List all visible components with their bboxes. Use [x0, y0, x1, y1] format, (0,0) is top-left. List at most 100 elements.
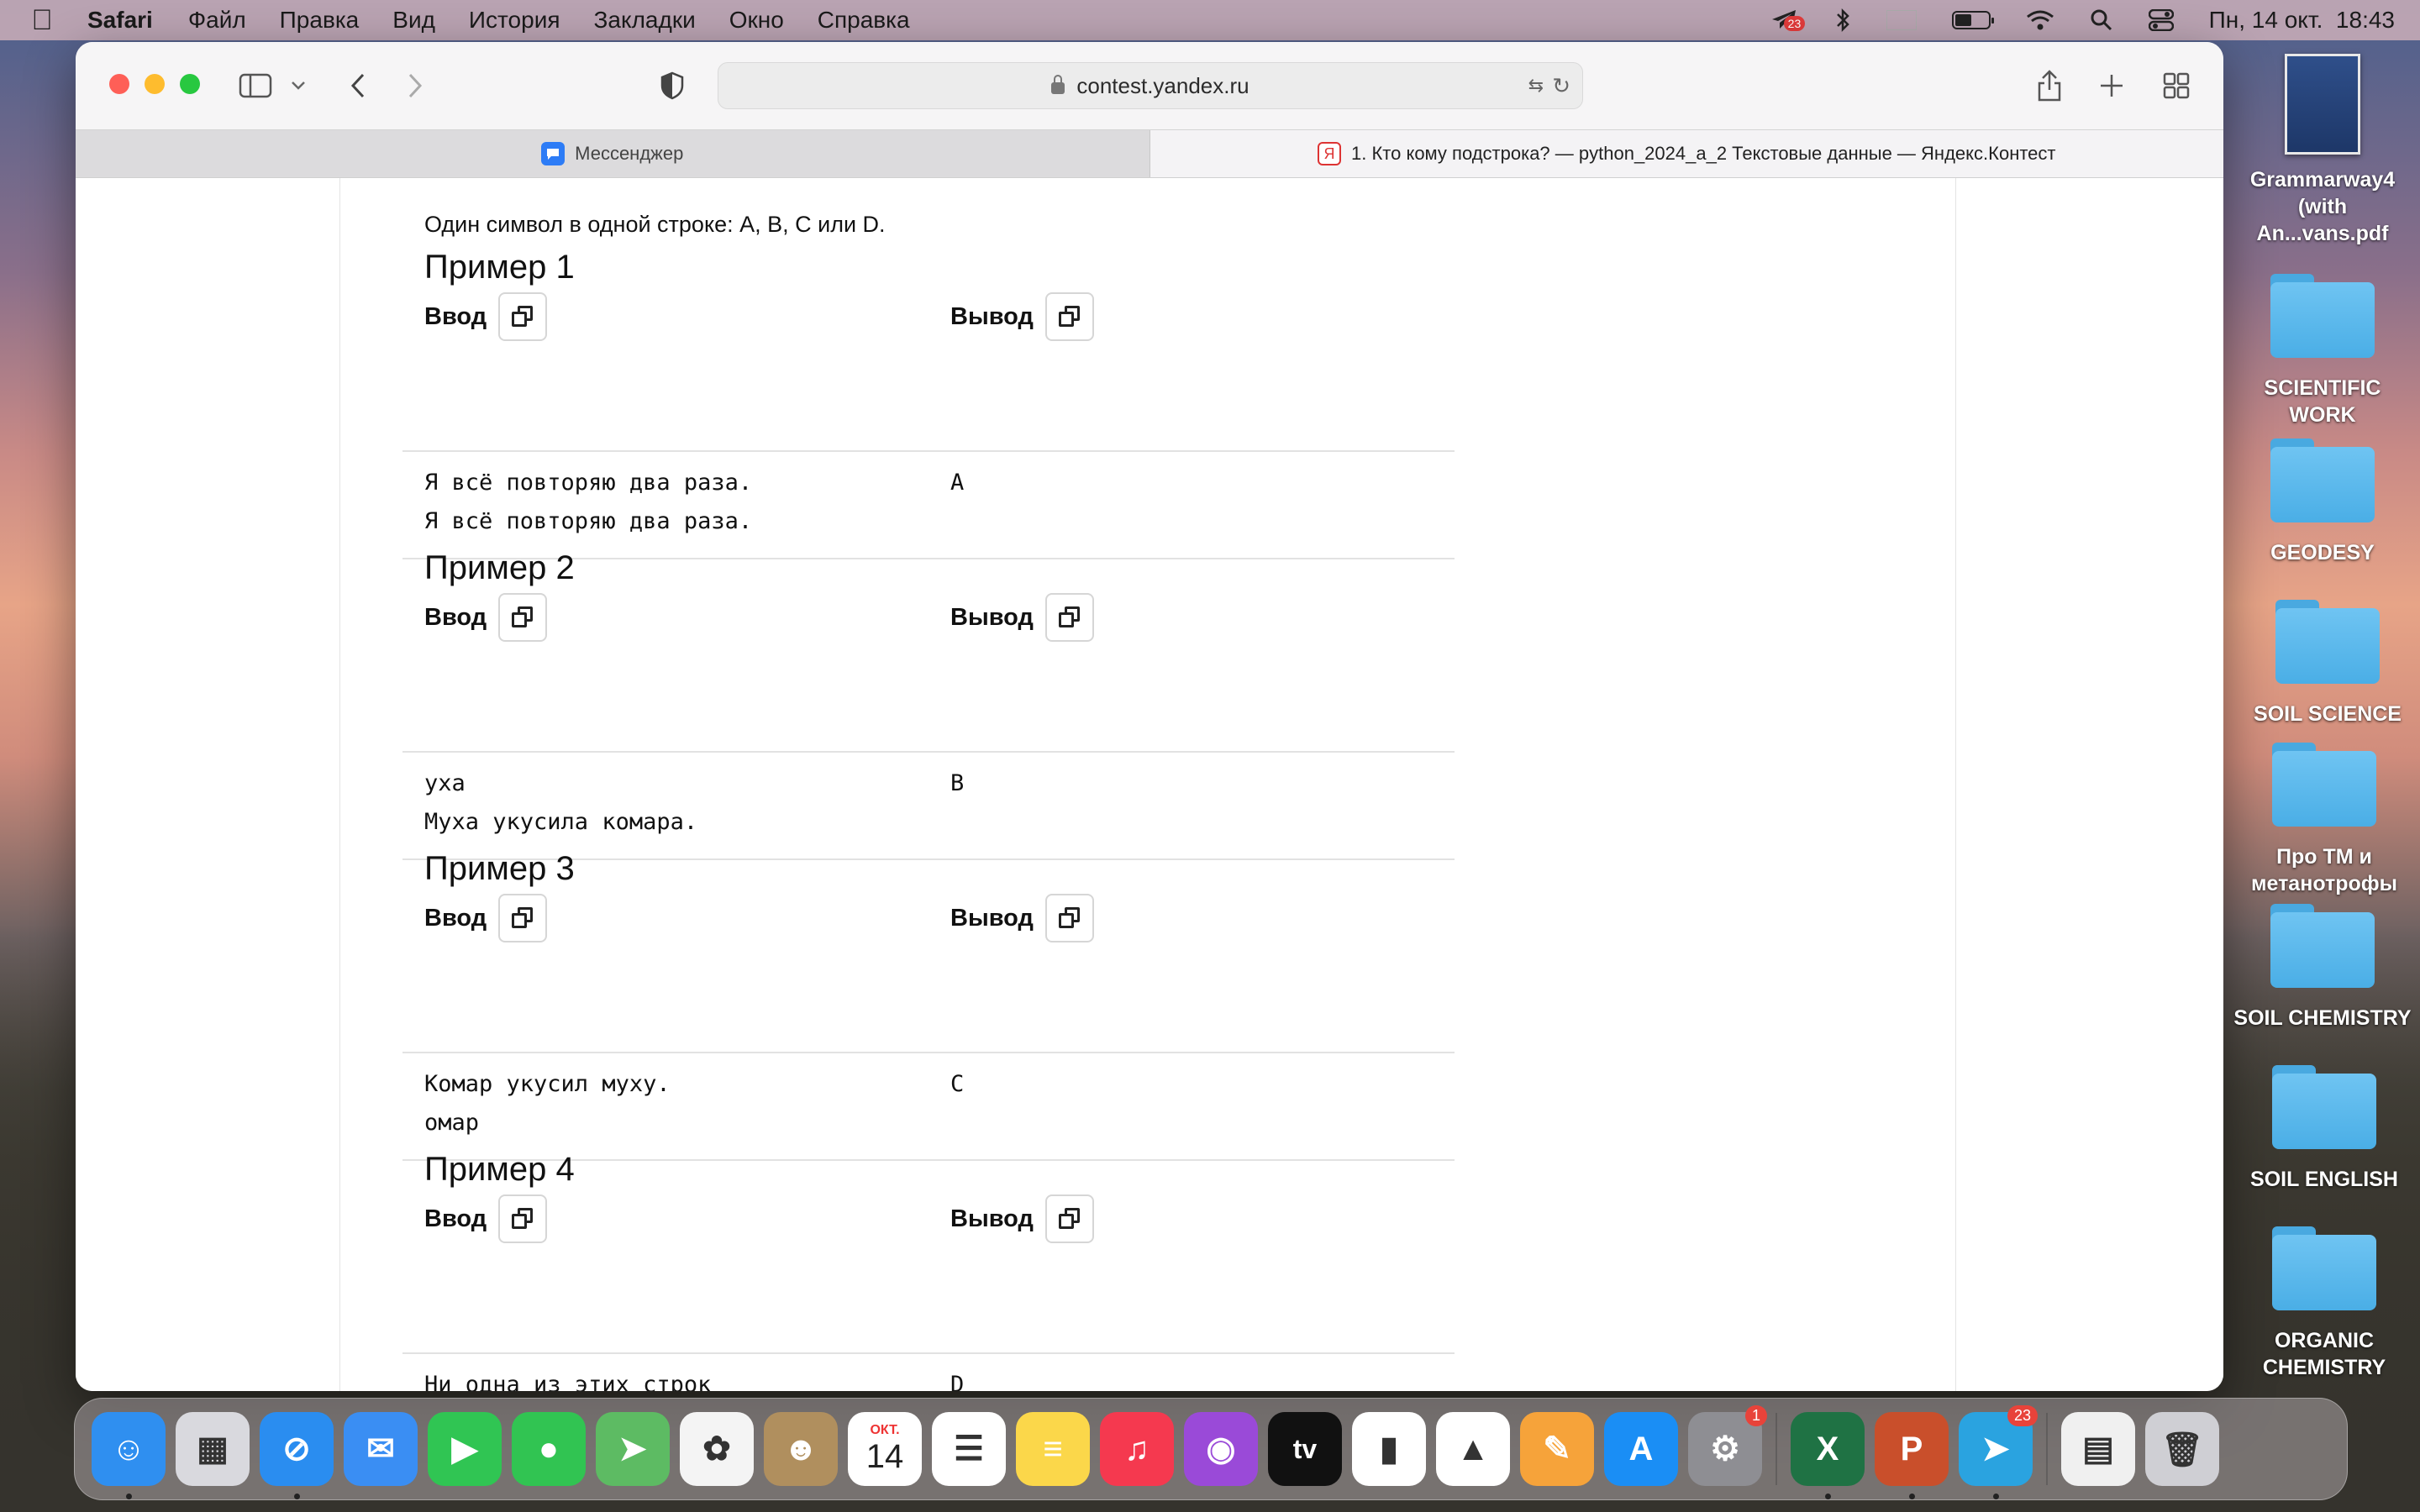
dock-music-icon[interactable]: ♫ — [1100, 1412, 1174, 1486]
copy-icon — [512, 606, 534, 628]
back-button[interactable] — [350, 67, 366, 104]
telegram-status-icon[interactable]: 23 — [1770, 8, 1806, 33]
reload-icon[interactable]: ↻ — [1552, 73, 1570, 99]
pages-glyph: ✎ — [1543, 1431, 1571, 1467]
battery-icon[interactable] — [1951, 11, 1994, 29]
dock-keynote-icon[interactable]: ▲ — [1436, 1412, 1510, 1486]
spotlight-search-icon[interactable] — [2090, 8, 2113, 32]
dock-facetime-icon[interactable]: ▶ — [428, 1412, 502, 1486]
dock-app-store-icon[interactable]: A — [1604, 1412, 1678, 1486]
desktop-folder[interactable]: SCIENTIFIC WORK — [2230, 274, 2415, 428]
chevron-down-icon[interactable] — [291, 67, 306, 104]
dock-podcasts-icon[interactable]: ◉ — [1184, 1412, 1258, 1486]
dock-safari-icon[interactable]: ⊘ — [260, 1412, 334, 1499]
dock-numbers-icon[interactable]: ▮ — [1352, 1412, 1426, 1486]
desktop-folder[interactable]: Про ТМ и метанотрофы — [2232, 743, 2417, 897]
desktop-folder[interactable]: GEODESY — [2230, 438, 2415, 566]
tab-yandex-contest[interactable]: Я 1. Кто кому подстрока? — python_2024_a… — [1150, 130, 2223, 177]
apple-tv-glyph: tv — [1292, 1433, 1318, 1464]
dock-contacts-icon[interactable]: ☻ — [764, 1412, 838, 1486]
dock-maps-icon[interactable]: ➤ — [596, 1412, 670, 1486]
menu-view[interactable]: Вид — [392, 7, 435, 34]
zoom-window-button[interactable] — [180, 74, 200, 94]
copy-input-button[interactable] — [498, 1194, 548, 1243]
notes-glyph: ≡ — [1043, 1430, 1063, 1467]
input-label: Ввод — [424, 904, 487, 932]
copy-output-button[interactable] — [1044, 894, 1094, 942]
forward-button[interactable] — [407, 67, 424, 104]
output-header: Вывод — [950, 894, 1094, 942]
status-badge: 23 — [1783, 16, 1806, 31]
dock-finder-icon[interactable]: ☺ — [92, 1412, 166, 1499]
apple-menu-icon[interactable]:  — [25, 4, 59, 37]
dock-apple-tv-icon[interactable]: tv — [1268, 1412, 1342, 1486]
desktop-folder[interactable]: SOIL ENGLISH — [2232, 1065, 2417, 1193]
tab-messenger[interactable]: Мессенджер — [76, 130, 1150, 177]
menubar-clock[interactable]: Пн, 14 окт. 18:43 — [2209, 7, 2395, 34]
dock-calendar-icon[interactable]: ОКТ. 14 — [848, 1412, 922, 1486]
desktop-folder[interactable]: SOIL CHEMISTRY — [2230, 904, 2415, 1032]
input-line: Я всё повторяю два раза. — [424, 508, 753, 534]
new-tab-icon[interactable] — [2099, 67, 2124, 104]
dock-separator — [2046, 1413, 2048, 1485]
music-glyph: ♫ — [1124, 1430, 1150, 1467]
copy-icon — [512, 907, 534, 929]
output-format-text: Один символ в одной строке: A, B, C или … — [424, 212, 886, 237]
tab-overview-icon[interactable] — [2163, 67, 2190, 104]
copy-input-button[interactable] — [498, 292, 548, 341]
page-content: Один символ в одной строке: A, B, C или … — [76, 178, 2223, 1391]
address-bar[interactable]: contest.yandex.ru ⇆ ↻ — [718, 62, 1583, 109]
dock-mail-icon[interactable]: ✉ — [344, 1412, 418, 1486]
example-title: Пример 4 — [424, 1151, 575, 1188]
facetime-glyph: ▶ — [451, 1431, 478, 1467]
copy-output-button[interactable] — [1044, 593, 1094, 642]
menu-bookmarks[interactable]: Закладки — [594, 7, 696, 34]
dock-reminders-icon[interactable]: ☰ — [932, 1412, 1006, 1486]
output-line: D — [950, 1372, 965, 1391]
copy-input-button[interactable] — [498, 593, 548, 642]
menu-file[interactable]: Файл — [188, 7, 246, 34]
powerpoint-glyph: P — [1900, 1430, 1923, 1467]
close-window-button[interactable] — [109, 74, 129, 94]
copy-input-button[interactable] — [498, 894, 548, 942]
minimize-window-button[interactable] — [145, 74, 165, 94]
menu-history[interactable]: История — [469, 7, 560, 34]
copy-output-button[interactable] — [1044, 292, 1094, 341]
input-label: Ввод — [424, 1205, 487, 1232]
input-source-flag-icon[interactable] — [1886, 10, 1917, 30]
copy-output-button[interactable] — [1044, 1194, 1094, 1243]
dock-excel-icon[interactable]: X — [1791, 1412, 1865, 1499]
menu-help[interactable]: Справка — [818, 7, 910, 34]
desktop-folder[interactable]: ORGANIC CHEMISTRY — [2232, 1226, 2417, 1381]
desktop-pdf-file[interactable]: Grammarway4 (with An...vans.pdf — [2230, 54, 2415, 247]
dock-powerpoint-icon[interactable]: P — [1875, 1412, 1949, 1499]
numbers-glyph: ▮ — [1379, 1431, 1398, 1467]
menu-window[interactable]: Окно — [729, 7, 784, 34]
wifi-icon[interactable] — [2026, 9, 2054, 31]
menu-edit[interactable]: Правка — [280, 7, 360, 34]
sidebar-toggle-icon[interactable] — [239, 67, 272, 104]
app-menu[interactable]: Safari — [87, 7, 153, 34]
copy-icon — [512, 306, 534, 328]
share-icon[interactable] — [2037, 67, 2062, 104]
running-indicator — [1825, 1494, 1831, 1499]
example-title: Пример 3 — [424, 850, 575, 887]
translate-icon[interactable]: ⇆ — [1528, 75, 1544, 97]
dock-telegram-icon[interactable]: ➤ 23 — [1959, 1405, 2038, 1499]
bluetooth-icon[interactable] — [1834, 8, 1851, 33]
yandex-icon: Я — [1318, 142, 1341, 165]
input-header: Ввод — [424, 593, 548, 642]
running-indicator — [1909, 1494, 1915, 1499]
dock-messages-icon[interactable]: ● — [512, 1412, 586, 1486]
menu-bar:  Safari Файл Правка Вид История Закладк… — [0, 0, 2420, 40]
dock-pages-icon[interactable]: ✎ — [1520, 1412, 1594, 1486]
dock-launchpad-icon[interactable]: ▦ — [176, 1412, 250, 1486]
dock-trash-icon[interactable]: 🗑 — [2145, 1412, 2219, 1486]
desktop-folder[interactable]: SOIL SCIENCE — [2235, 600, 2420, 727]
dock-photos-icon[interactable]: ✿ — [680, 1412, 754, 1486]
control-center-icon[interactable] — [2148, 9, 2174, 31]
dock-preview-document-icon[interactable]: ▤ — [2061, 1412, 2135, 1486]
privacy-shield-icon[interactable] — [660, 67, 684, 104]
dock-system-settings-icon[interactable]: ⚙ 1 — [1688, 1405, 1767, 1486]
dock-notes-icon[interactable]: ≡ — [1016, 1412, 1090, 1486]
